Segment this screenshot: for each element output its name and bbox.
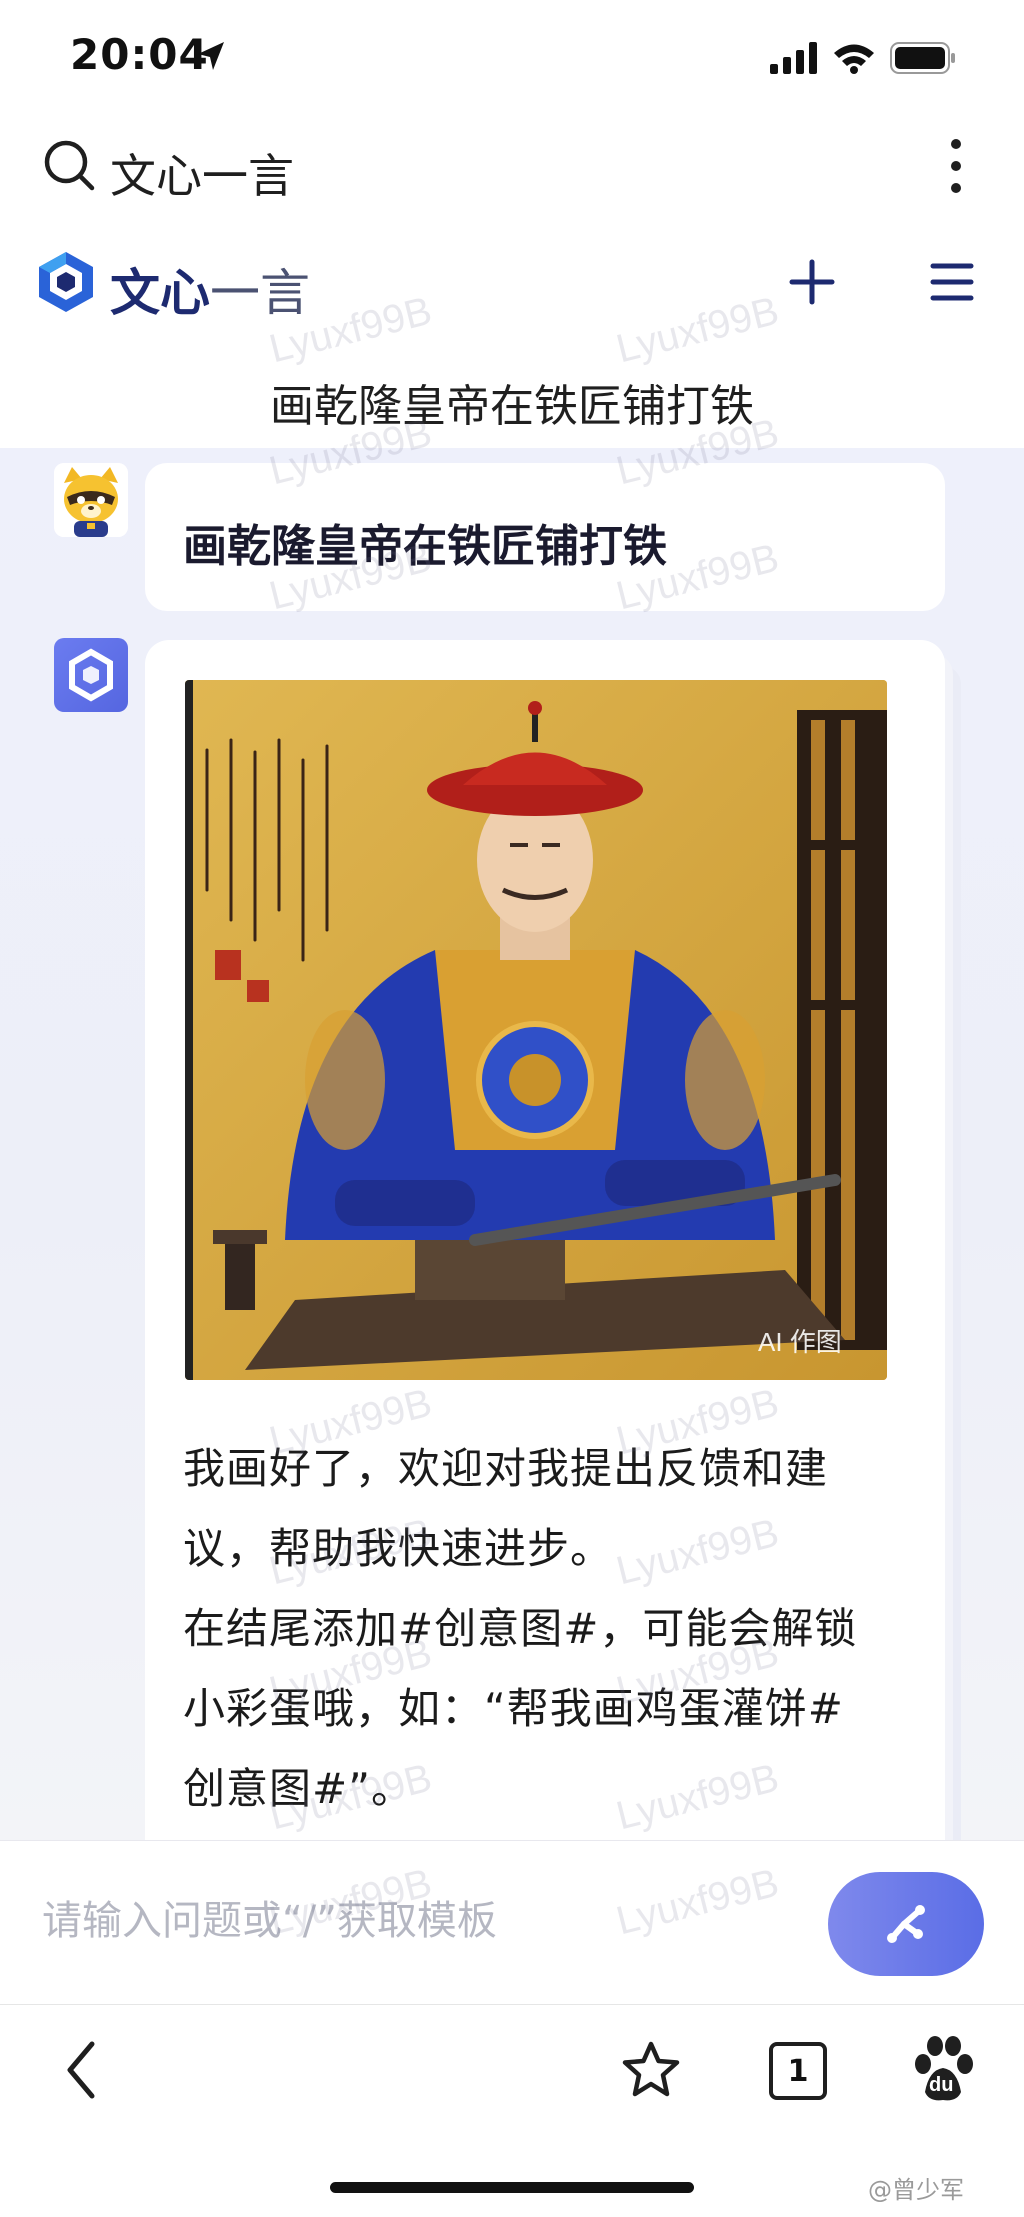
- tabs-button[interactable]: 1: [769, 2042, 827, 2100]
- cellular-signal-icon: [770, 42, 817, 74]
- raccoon-avatar-icon: [54, 463, 128, 537]
- browser-search-text[interactable]: 文心一言: [110, 140, 294, 206]
- wenxin-bot-icon: [69, 648, 113, 702]
- weibo-watermark: @曾少军: [868, 2176, 964, 2204]
- emperor-painting-image: [185, 680, 887, 1380]
- tab-count: 1: [787, 2053, 809, 2089]
- battery-icon: [890, 42, 955, 74]
- search-icon: [44, 140, 95, 191]
- location-arrow-icon: [198, 42, 224, 70]
- user-avatar[interactable]: [54, 463, 128, 537]
- status-time: 20:04: [70, 30, 209, 79]
- more-vertical-icon[interactable]: [944, 138, 968, 194]
- baidu-paw-icon[interactable]: du: [911, 2034, 975, 2104]
- bot-avatar: [54, 638, 128, 712]
- plus-icon[interactable]: [788, 258, 836, 306]
- star-icon[interactable]: [621, 2040, 681, 2100]
- wenxin-logo-icon: [39, 252, 93, 312]
- ai-image-badge: AI 作图: [758, 1327, 842, 1357]
- baidu-icon-text: du: [929, 2074, 954, 2096]
- chat-title: 画乾隆皇帝在铁匠铺打铁: [270, 381, 754, 432]
- status-icons: [770, 38, 956, 78]
- home-indicator: [330, 2182, 694, 2193]
- site-brand[interactable]: 文心一言: [110, 253, 310, 325]
- chevron-left-icon[interactable]: [64, 2040, 98, 2100]
- wifi-icon: [834, 44, 874, 74]
- generated-image[interactable]: [185, 680, 887, 1380]
- send-icon: [887, 1905, 925, 1943]
- send-button[interactable]: [828, 1872, 984, 1976]
- hamburger-menu-icon[interactable]: [930, 262, 974, 302]
